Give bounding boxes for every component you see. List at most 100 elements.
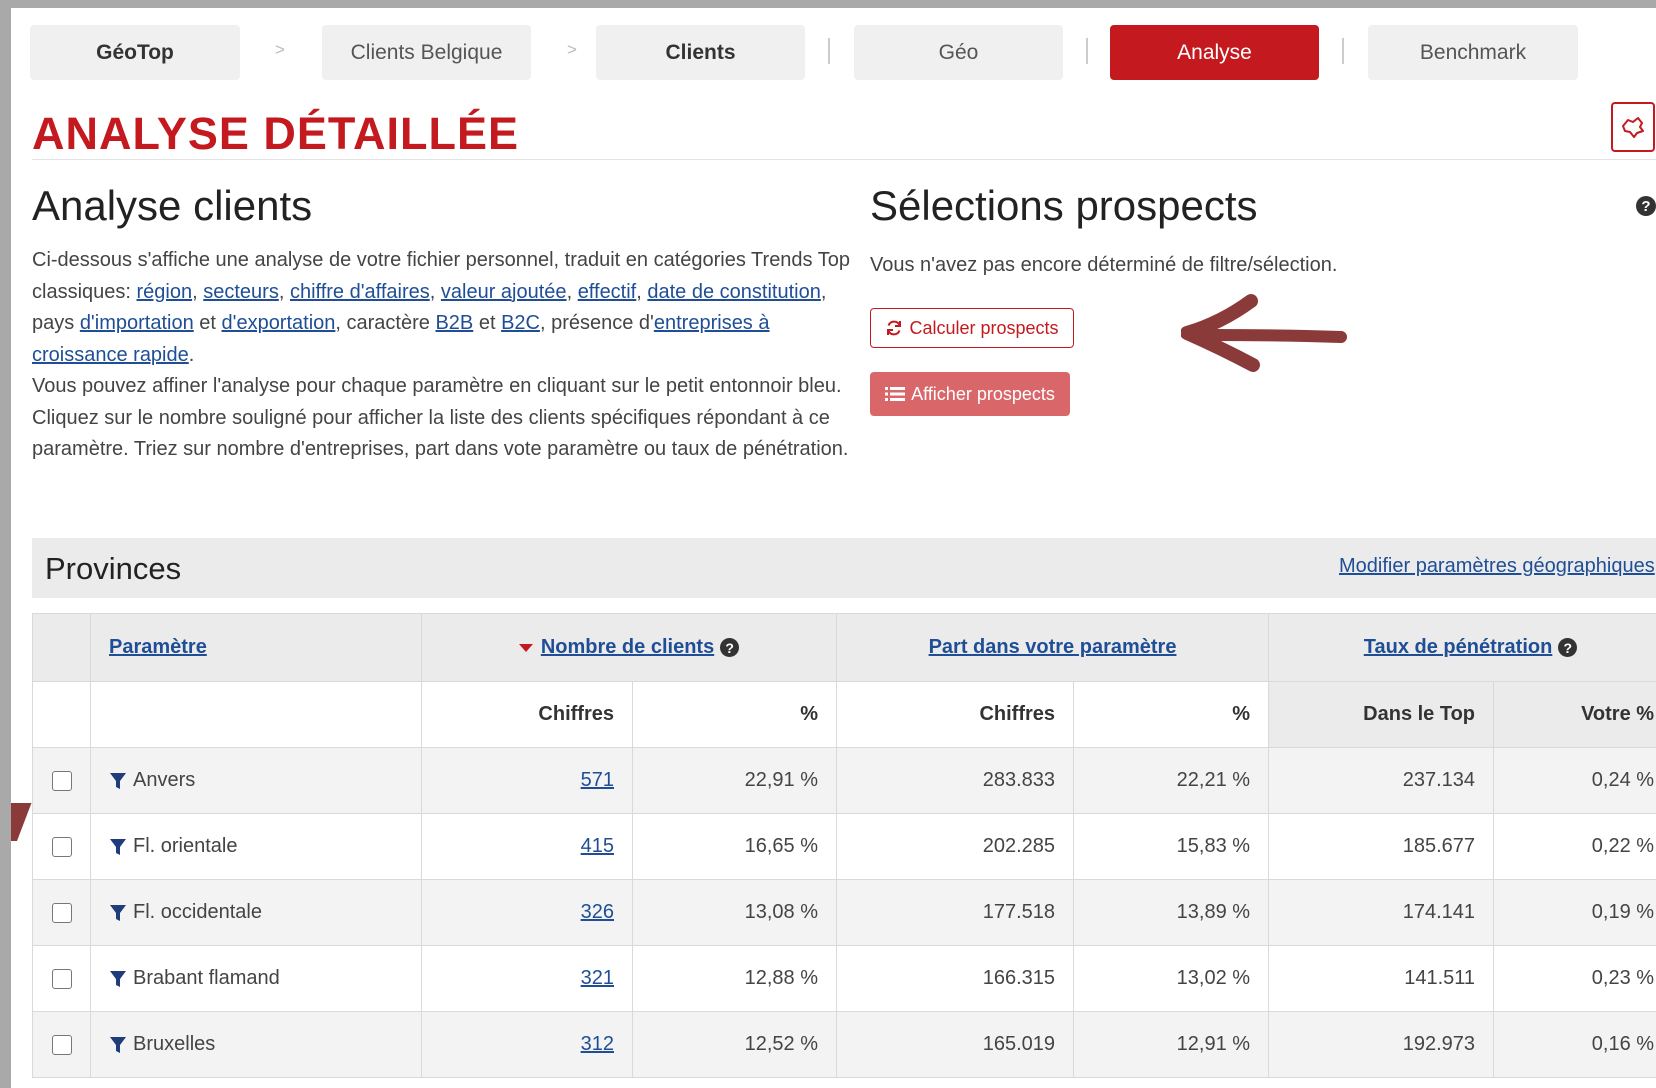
title-divider: [32, 159, 1656, 160]
row-checkbox[interactable]: [52, 903, 72, 923]
link-valeur-ajoutee[interactable]: valeur ajoutée: [441, 281, 567, 303]
row-part-pct: 12,91 %: [1074, 1012, 1269, 1078]
tab-analyse[interactable]: Analyse: [1110, 25, 1319, 80]
link-secteurs[interactable]: secteurs: [203, 281, 279, 303]
analyse-heading: Analyse clients: [32, 182, 312, 230]
row-votre-pct: 0,16 %: [1494, 1012, 1656, 1078]
list-icon: [885, 386, 905, 402]
clients-count-link[interactable]: 312: [581, 1033, 614, 1055]
tab-benchmark[interactable]: Benchmark: [1368, 25, 1578, 80]
row-checkbox[interactable]: [52, 969, 72, 989]
divider: [1342, 38, 1344, 64]
link-chiffre-affaires[interactable]: chiffre d'affaires: [290, 281, 430, 303]
subheader-pct: %: [633, 682, 837, 748]
table-subheader-row: Chiffres % Chiffres % Dans le Top Votre …: [33, 682, 1656, 748]
row-part-pct: 22,21 %: [1074, 748, 1269, 814]
row-clients: 312: [422, 1012, 633, 1078]
row-checkbox[interactable]: [52, 837, 72, 857]
prospects-heading: Sélections prospects: [870, 182, 1258, 230]
tab-geo[interactable]: Géo: [854, 25, 1063, 80]
sort-taux[interactable]: Taux de pénétration: [1364, 636, 1553, 658]
row-parametre: Brabant flamand: [91, 946, 422, 1012]
annotation-arrow: [1181, 293, 1351, 373]
help-icon[interactable]: ?: [1636, 196, 1656, 216]
link-exportation[interactable]: d'exportation: [222, 312, 336, 334]
row-part: 177.518: [837, 880, 1074, 946]
analyse-text: et: [473, 312, 501, 334]
filter-funnel-icon[interactable]: [109, 838, 127, 856]
row-clients-pct: 22,91 %: [633, 748, 837, 814]
filter-funnel-icon[interactable]: [109, 772, 127, 790]
prospects-status: Vous n'avez pas encore déterminé de filt…: [870, 254, 1337, 277]
row-select-cell: [33, 814, 91, 880]
provinces-table: Paramètre Nombre de clients? Part dans v…: [32, 613, 1656, 1078]
divider: [1086, 38, 1088, 64]
row-name: Fl. orientale: [133, 835, 238, 857]
analyse-text: présence d': [551, 312, 654, 334]
clients-count-link[interactable]: 321: [581, 967, 614, 989]
row-clients: 571: [422, 748, 633, 814]
link-importation[interactable]: d'importation: [80, 312, 194, 334]
row-votre-pct: 0,19 %: [1494, 880, 1656, 946]
provinces-header: Provinces Modifier paramètres géographiq…: [32, 538, 1656, 598]
filter-funnel-icon[interactable]: [109, 1036, 127, 1054]
clients-count-link[interactable]: 415: [581, 835, 614, 857]
belgium-map-button[interactable]: [1611, 102, 1655, 152]
row-select-cell: [33, 946, 91, 1012]
help-icon[interactable]: ?: [1558, 638, 1577, 657]
help-icon[interactable]: ?: [720, 638, 739, 657]
page: GéoTop > Clients Belgique > Clients Géo …: [11, 8, 1656, 1088]
subheader-empty: [33, 682, 91, 748]
row-name: Anvers: [133, 769, 195, 791]
header-taux: Taux de pénétration?: [1269, 614, 1656, 682]
filter-funnel-icon[interactable]: [109, 970, 127, 988]
row-checkbox[interactable]: [52, 1035, 72, 1055]
breadcrumb: GéoTop > Clients Belgique > Clients Géo …: [11, 8, 1656, 98]
calculate-prospects-button[interactable]: Calculer prospects: [870, 308, 1074, 348]
sort-parametre[interactable]: Paramètre: [109, 636, 207, 658]
row-votre-pct: 0,24 %: [1494, 748, 1656, 814]
clients-count-link[interactable]: 326: [581, 901, 614, 923]
subheader-dans-top: Dans le Top: [1269, 682, 1494, 748]
row-clients-pct: 13,08 %: [633, 880, 837, 946]
row-checkbox[interactable]: [52, 771, 72, 791]
belgium-map-icon: [1620, 114, 1646, 140]
row-name: Bruxelles: [133, 1033, 215, 1055]
link-region[interactable]: région: [137, 281, 193, 303]
crumb-geotop[interactable]: GéoTop: [30, 25, 240, 80]
row-votre-pct: 0,22 %: [1494, 814, 1656, 880]
link-date-constitution[interactable]: date de constitution: [647, 281, 820, 303]
show-prospects-button[interactable]: Afficher prospects: [870, 372, 1070, 416]
row-clients-pct: 16,65 %: [633, 814, 837, 880]
crumb-clients-belgique[interactable]: Clients Belgique: [322, 25, 531, 80]
row-select-cell: [33, 880, 91, 946]
table-header-row: Paramètre Nombre de clients? Part dans v…: [33, 614, 1656, 682]
row-part-pct: 13,02 %: [1074, 946, 1269, 1012]
sort-nombre-clients[interactable]: Nombre de clients: [541, 636, 714, 658]
row-dans-top: 141.511: [1269, 946, 1494, 1012]
table-row: Fl. orientale 415 16,65 % 202.285 15,83 …: [33, 814, 1656, 880]
clients-count-link[interactable]: 571: [581, 769, 614, 791]
row-clients: 326: [422, 880, 633, 946]
row-name: Brabant flamand: [133, 967, 280, 989]
link-b2c[interactable]: B2C: [501, 312, 540, 334]
row-part: 283.833: [837, 748, 1074, 814]
page-title: ANALYSE DÉTAILLÉE: [32, 108, 519, 160]
row-name: Fl. occidentale: [133, 901, 262, 923]
subheader-votre-pct: Votre %: [1494, 682, 1656, 748]
row-clients: 415: [422, 814, 633, 880]
row-parametre: Anvers: [91, 748, 422, 814]
link-effectif[interactable]: effectif: [578, 281, 637, 303]
row-select-cell: [33, 1012, 91, 1078]
provinces-title: Provinces: [45, 551, 181, 587]
filter-funnel-icon[interactable]: [109, 904, 127, 922]
crumb-clients[interactable]: Clients: [596, 25, 805, 80]
calculate-prospects-label: Calculer prospects: [909, 318, 1058, 339]
link-b2b[interactable]: B2B: [435, 312, 473, 334]
row-dans-top: 192.973: [1269, 1012, 1494, 1078]
row-select-cell: [33, 748, 91, 814]
sort-part[interactable]: Part dans votre paramètre: [929, 636, 1177, 658]
modify-geo-params-link[interactable]: Modifier paramètres géographiques: [1339, 555, 1655, 578]
row-clients-pct: 12,88 %: [633, 946, 837, 1012]
analyse-description: Ci-dessous s'affiche une analyse de votr…: [32, 245, 852, 466]
